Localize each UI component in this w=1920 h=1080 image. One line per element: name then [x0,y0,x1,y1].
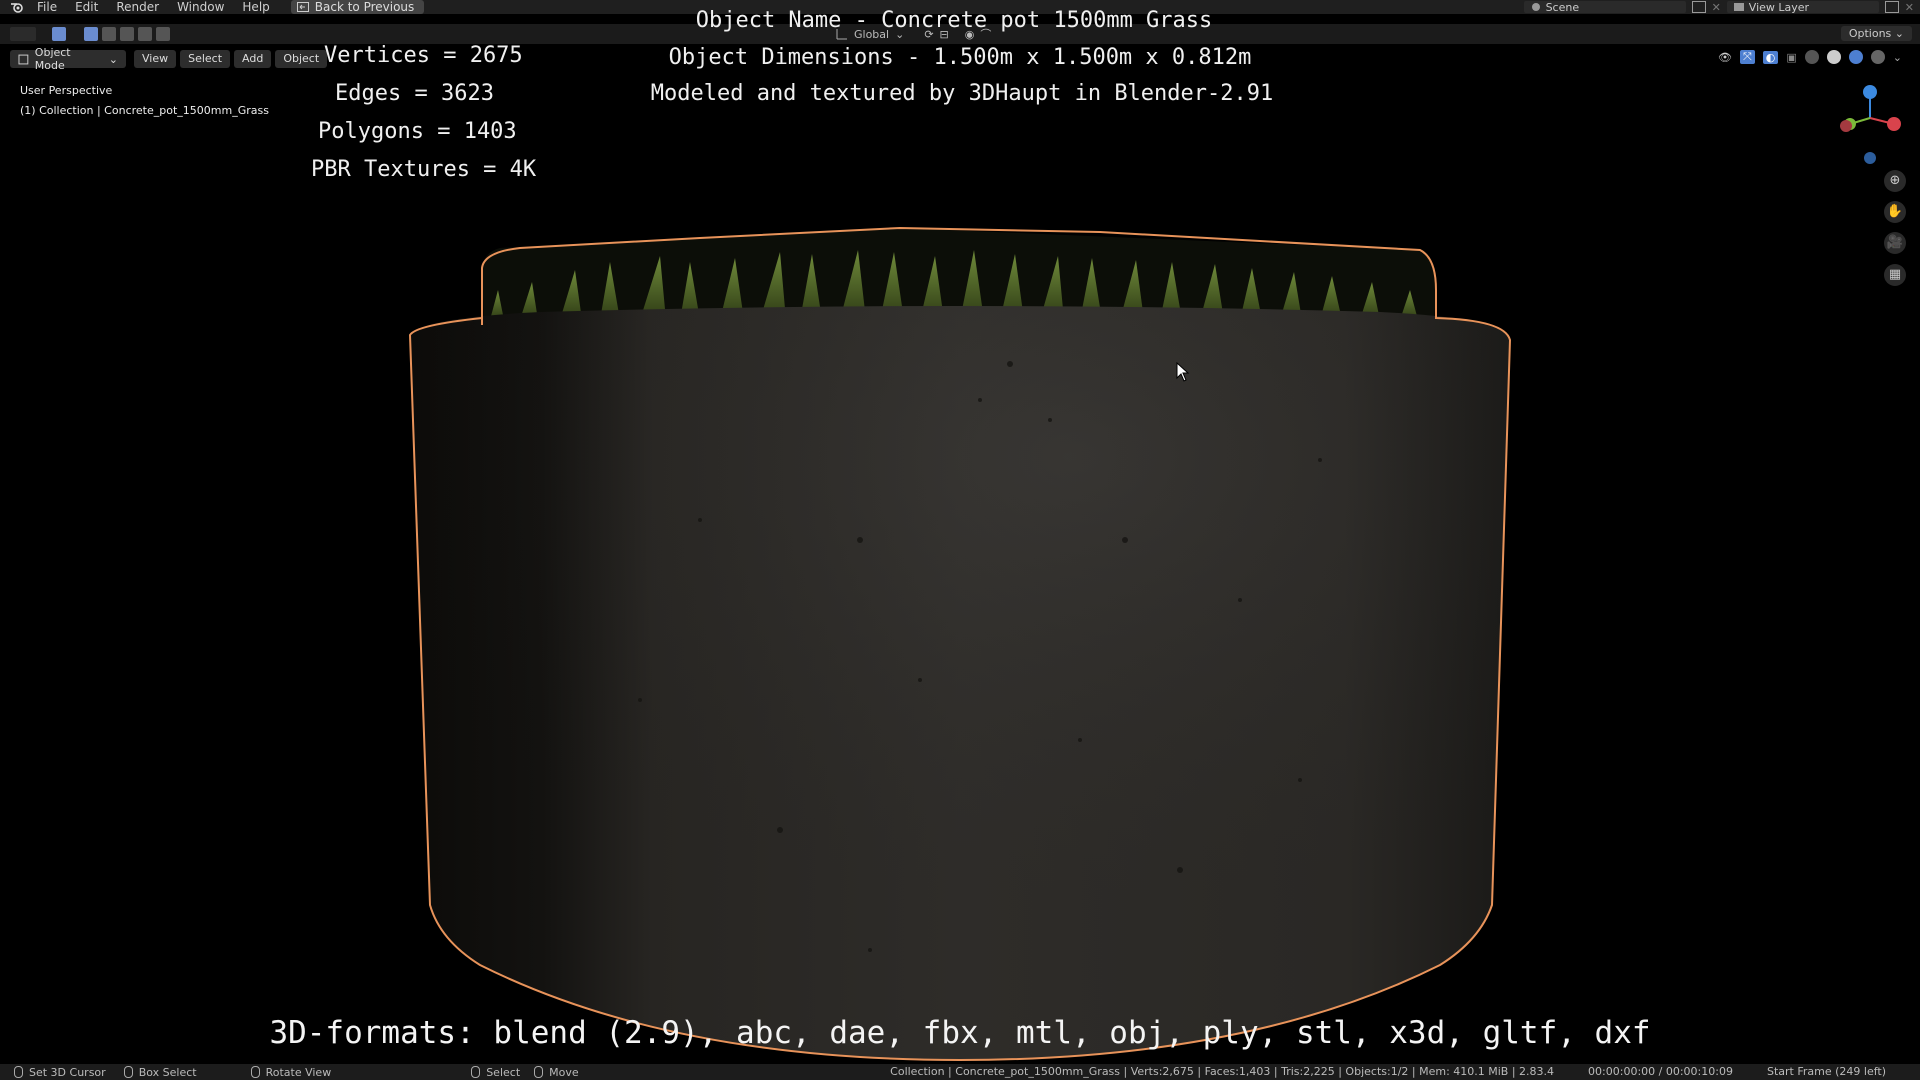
mouse-middle-icon [123,1066,133,1078]
status-info: Collection | Concrete_pot_1500mm_Grass |… [890,1065,1886,1078]
file-formats-list: 3D-formats: blend (2.9), abc, dae, fbx, … [269,1015,1651,1051]
status-set-cursor-label: Set 3D Cursor [29,1065,106,1079]
mouse-right-icon [250,1066,260,1078]
textures-info: PBR Textures = 4K [311,157,537,182]
navigation-gizmo[interactable] [1830,80,1910,170]
scene-statistics: Collection | Concrete_pot_1500mm_Grass |… [890,1065,1555,1078]
status-set-cursor: Set 3D Cursor [14,1066,106,1079]
status-select: Select [471,1066,520,1079]
mouse-cursor-icon [1176,362,1190,382]
status-box-select-label: Box Select [138,1065,197,1079]
axis-x-icon [1887,117,1901,131]
camera-view-icon[interactable]: 🎥 [1884,232,1906,254]
zoom-view-icon[interactable]: ⊕ [1884,170,1906,192]
status-select-label: Select [486,1065,521,1079]
status-move: Move [534,1066,579,1079]
object-dimensions: Object Dimensions - 1.500m x 1.500m x 0.… [668,45,1252,70]
status-box-select: Box Select [123,1065,197,1079]
mouse-left-icon [14,1066,23,1078]
polygons-count: Polygons = 1403 [318,119,517,144]
vertices-count: Vertices = 2675 [324,43,523,68]
status-bar: Set 3D Cursor Box Select Rotate View Sel… [0,1064,1920,1080]
status-move-label: Move [549,1065,579,1079]
mouse-drag-icon [534,1066,544,1078]
viewport-perspective-label: User Perspective [20,84,113,97]
viewport-collection-label: (1) Collection | Concrete_pot_1500mm_Gra… [20,104,269,117]
orthographic-toggle-icon[interactable]: ▦ [1884,264,1906,286]
edges-count: Edges = 3623 [335,81,494,106]
model-credit: Modeled and textured by 3DHaupt in Blend… [650,81,1274,106]
object-name-title: Object Name - Concrete pot 1500mm Grass [695,8,1213,33]
status-rotate-view: Rotate View [250,1065,332,1079]
playback-time: 00:00:00:00 / 00:00:10:09 [1588,1065,1733,1078]
frame-info: Start Frame (249 left) [1766,1065,1886,1078]
axis-z-icon [1863,85,1877,99]
status-rotate-view-label: Rotate View [265,1065,332,1079]
mouse-left-icon [471,1066,481,1078]
concrete-pot-model[interactable] [0,0,1920,1080]
pan-view-icon[interactable]: ✋ [1884,201,1906,223]
